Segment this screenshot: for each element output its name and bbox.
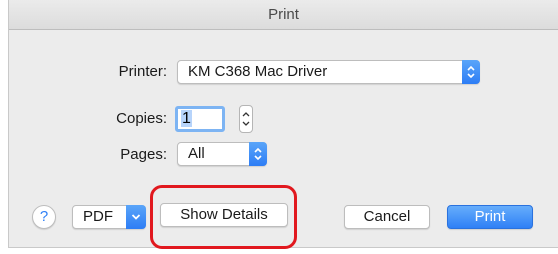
- copies-label: Copies:: [116, 110, 167, 127]
- pdf-label: PDF: [83, 208, 113, 225]
- help-button[interactable]: ?: [32, 205, 56, 229]
- printer-label: Printer:: [118, 63, 167, 80]
- pdf-menu-button[interactable]: PDF: [72, 205, 146, 229]
- annotation-highlight-box: [150, 185, 297, 249]
- pages-selected-value: All: [188, 145, 205, 162]
- stepper-icon: [242, 112, 250, 126]
- pages-popup[interactable]: All: [177, 142, 267, 166]
- print-button[interactable]: Print: [447, 205, 533, 229]
- question-mark-icon: ?: [39, 208, 49, 225]
- cancel-button[interactable]: Cancel: [344, 205, 430, 229]
- dialog-title: Print: [9, 0, 558, 30]
- printer-popup[interactable]: KM C368 Mac Driver: [177, 60, 480, 84]
- pages-label: Pages:: [120, 146, 167, 163]
- printer-selected-value: KM C368 Mac Driver: [188, 63, 328, 80]
- updown-chevron-icon: [462, 60, 480, 84]
- copies-stepper[interactable]: [239, 105, 253, 133]
- copies-input[interactable]: 1: [175, 106, 225, 132]
- updown-chevron-icon: [249, 142, 267, 166]
- chevron-down-icon: [126, 205, 146, 229]
- copies-value: 1: [181, 110, 192, 127]
